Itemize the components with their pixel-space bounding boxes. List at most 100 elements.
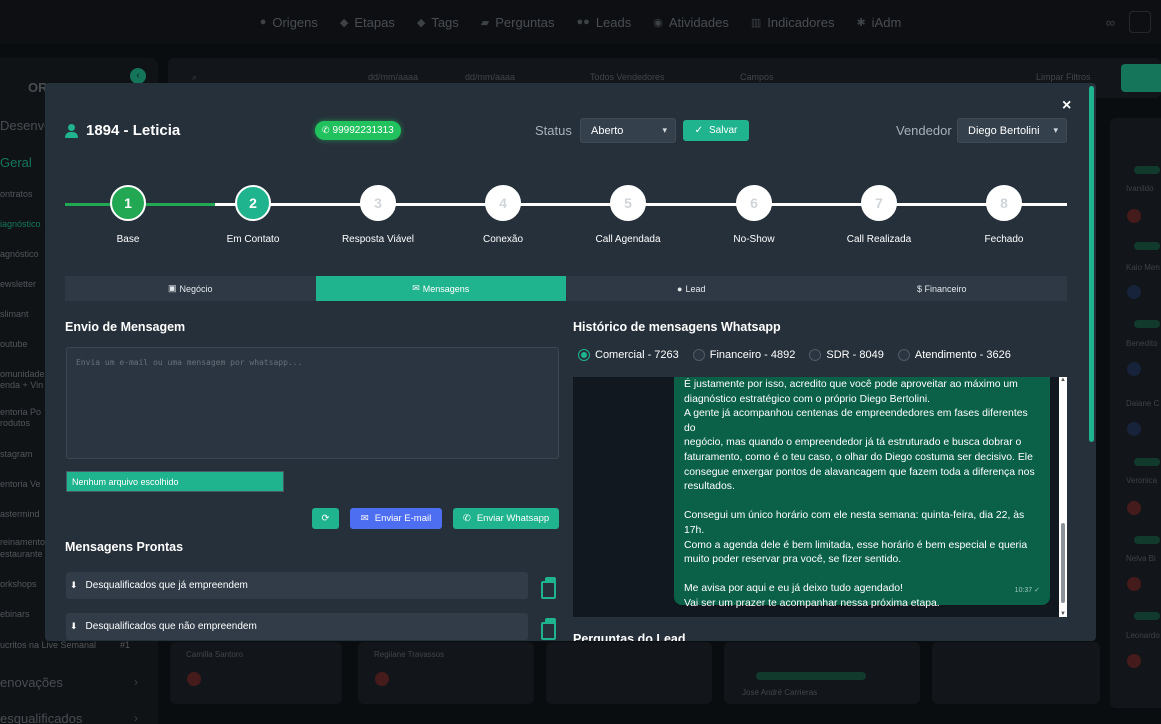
radio-unchecked	[809, 349, 822, 361]
whatsapp-icon: ✆	[322, 125, 330, 135]
vendor-value: Diego Bertolini	[968, 124, 1040, 137]
modal-scrollbar[interactable]	[1089, 86, 1094, 442]
channel-radio[interactable]: Atendimento - 3626	[897, 349, 1011, 361]
tab-negocio[interactable]: ▣ Negócio	[65, 276, 316, 301]
ready-messages-title: Mensagens Prontas	[65, 540, 184, 554]
download-icon: ⬇	[70, 580, 78, 590]
radio-unchecked	[692, 349, 705, 361]
message-placeholder: Envia um e-mail ou uma mensagem por what…	[76, 358, 303, 367]
ready-message-item[interactable]: ⬇ Desqualificados que não empreendem	[66, 613, 528, 640]
envelope-icon: ✉	[360, 513, 369, 524]
vendor-label: Vendedor	[896, 123, 952, 138]
copy-icon[interactable]	[541, 618, 556, 640]
tab-financeiro[interactable]: $ Financeiro	[817, 276, 1068, 301]
stage-label: Base	[116, 234, 140, 245]
envelope-icon: ✉	[412, 283, 420, 293]
stage-4[interactable]: 4	[485, 185, 521, 221]
save-button[interactable]: ✓ Salvar	[683, 120, 749, 141]
briefcase-icon: ▣	[167, 283, 177, 293]
send-email-label: Enviar E-mail	[374, 513, 432, 524]
download-icon: ⬇	[70, 621, 78, 631]
chat-line: resultados.	[684, 481, 735, 493]
chat-line: faturamento, como é o teu caso, o olhar …	[684, 451, 1033, 463]
radio-checked	[578, 349, 590, 361]
stage-1[interactable]: 1	[110, 185, 146, 221]
scroll-down-icon[interactable]: ▼	[1060, 611, 1066, 617]
channel-label: SDR - 8049	[826, 349, 884, 361]
chat-message-bubble: É justamente por isso, acredito que você…	[674, 377, 1050, 609]
radio-unchecked	[897, 349, 910, 361]
tab-lead[interactable]: ● Lead	[566, 276, 817, 301]
status-select[interactable]: Aberto ▾	[580, 118, 676, 143]
channel-radio[interactable]: SDR - 8049	[809, 349, 884, 361]
stage-label: Resposta Viável	[341, 234, 415, 245]
chat-line: A gente já acompanhou centenas de empree…	[684, 408, 1028, 434]
tab-label: Mensagens	[422, 283, 470, 294]
file-upload-input[interactable]: Nenhum arquivo escolhido	[66, 471, 284, 492]
lead-title: 1894 - Leticia	[65, 122, 180, 139]
channel-radio-group: Comercial - 7263 Financeiro - 4892 SDR -…	[578, 349, 1011, 361]
vendor-select[interactable]: Diego Bertolini ▾	[957, 118, 1067, 143]
ready-message-label: Desqualificados que já empreendem	[85, 580, 248, 591]
chevron-down-icon: ▾	[662, 125, 667, 135]
chat-line: Consegui um único horário com ele nesta …	[684, 510, 1025, 536]
stage-6[interactable]: 6	[736, 185, 772, 221]
close-button[interactable]: ×	[1062, 97, 1071, 115]
stage-7[interactable]: 7	[861, 185, 897, 221]
message-textarea[interactable]: Envia um e-mail ou uma mensagem por what…	[66, 347, 559, 459]
ready-message-item[interactable]: ⬇ Desqualificados que já empreendem	[66, 572, 528, 599]
lead-questions-title: Perguntas do Lead	[573, 632, 686, 641]
stage-5[interactable]: 5	[610, 185, 646, 221]
refresh-icon: ⟳	[321, 513, 330, 524]
chat-scrollbar[interactable]: ▲ ▼	[1059, 377, 1067, 617]
save-label: Salvar	[709, 125, 738, 136]
stage-3[interactable]: 3	[360, 185, 396, 221]
whatsapp-history-title: Histórico de mensagens Whatsapp	[573, 320, 781, 334]
stage-label: Conexão	[482, 234, 524, 245]
check-icon: ✓	[694, 125, 704, 136]
modal-tabs: ▣ Negócio ✉ Mensagens ● Lead $ Financeir…	[65, 276, 1067, 301]
chat-line: diagnóstico estratégico com o próprio Di…	[684, 393, 931, 405]
stage-label: Em Contato	[226, 234, 280, 245]
channel-label: Financeiro - 4892	[709, 349, 796, 361]
chat-line: muito poder reservar pra você, se fizer …	[684, 554, 902, 566]
channel-radio[interactable]: Financeiro - 4892	[692, 349, 796, 361]
lead-title-text: 1894 - Leticia	[86, 122, 181, 139]
channel-label: Atendimento - 3626	[914, 349, 1011, 361]
stage-label: No-Show	[733, 234, 775, 245]
stage-label: Call Realizada	[846, 234, 912, 245]
refresh-button[interactable]: ⟳	[312, 508, 339, 529]
send-email-button[interactable]: ✉ Enviar E-mail	[350, 508, 442, 529]
tab-label: Lead	[685, 283, 706, 294]
stage-label: Call Agendada	[595, 234, 661, 245]
phone-number: 99992231313	[332, 125, 394, 136]
tab-label: $ Financeiro	[916, 283, 967, 294]
tab-label: Negócio	[179, 283, 213, 294]
stage-2[interactable]: 2	[235, 185, 271, 221]
whatsapp-phone-badge[interactable]: ✆ 99992231313	[315, 121, 401, 140]
user-icon	[65, 123, 78, 138]
send-message-title: Envio de Mensagem	[65, 320, 186, 334]
chat-line: Vai ser um prazer te acompanhar nessa pr…	[684, 597, 940, 609]
copy-icon[interactable]	[541, 577, 556, 599]
stage-label: Fechado	[984, 234, 1024, 245]
send-whatsapp-button[interactable]: ✆ Enviar Whatsapp	[453, 508, 559, 529]
stage-8[interactable]: 8	[986, 185, 1022, 221]
chat-line: negócio, mas quando o empreendedor já tá…	[684, 437, 1022, 449]
whatsapp-icon: ✆	[462, 513, 471, 524]
chat-line: Como a agenda dele é bem limitada, esse …	[684, 539, 1028, 551]
channel-label: Comercial - 7263	[595, 349, 679, 361]
tab-mensagens[interactable]: ✉ Mensagens	[315, 276, 566, 301]
message-timestamp: 10:37 ✓	[1014, 587, 1040, 595]
scroll-up-icon[interactable]: ▲	[1060, 377, 1066, 383]
lead-modal: × 1894 - Leticia ✆ 99992231313 Status Ab…	[45, 83, 1096, 641]
status-label: Status	[535, 123, 572, 138]
chat-history[interactable]: É justamente por isso, acredito que você…	[573, 377, 1067, 617]
ready-message-label: Desqualificados que não empreendem	[85, 621, 257, 632]
channel-radio[interactable]: Comercial - 7263	[578, 349, 679, 361]
status-value: Aberto	[591, 124, 624, 137]
chat-scroll-thumb[interactable]	[1061, 523, 1065, 603]
user-icon: ●	[677, 283, 683, 294]
